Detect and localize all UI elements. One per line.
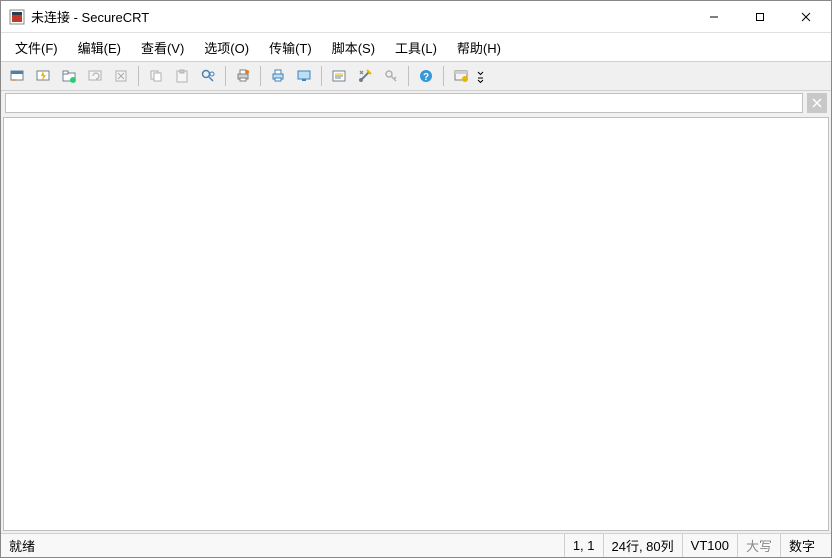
status-ready: 就绪	[9, 536, 35, 555]
statusbar: 就绪 1, 1 24行, 80列 VT100 大写 数字	[1, 533, 831, 557]
find-button[interactable]	[196, 64, 220, 88]
menu-view[interactable]: 查看(V)	[131, 34, 194, 61]
menu-help[interactable]: 帮助(H)	[447, 34, 511, 61]
toolbar-separator	[225, 66, 226, 86]
terminal-view[interactable]	[3, 117, 829, 531]
command-input[interactable]	[5, 93, 803, 113]
menu-script[interactable]: 脚本(S)	[322, 34, 385, 61]
menu-options[interactable]: 选项(O)	[194, 34, 259, 61]
svg-text:?: ?	[423, 72, 429, 83]
status-caps: 大写	[737, 534, 780, 557]
menubar: 文件(F) 编辑(E) 查看(V) 选项(O) 传输(T) 脚本(S) 工具(L…	[1, 33, 831, 61]
titlebar: 未连接 - SecureCRT	[1, 1, 831, 33]
reconnect-button[interactable]	[83, 64, 107, 88]
menu-tools[interactable]: 工具(L)	[385, 34, 447, 61]
public-key-button[interactable]	[379, 64, 403, 88]
print-setup-button[interactable]	[266, 64, 290, 88]
paste-button[interactable]	[170, 64, 194, 88]
menu-edit[interactable]: 编辑(E)	[68, 34, 131, 61]
status-cursor: 1, 1	[564, 534, 603, 557]
session-options-button[interactable]	[327, 64, 351, 88]
command-bar	[1, 91, 831, 115]
toolbar-separator	[321, 66, 322, 86]
global-options-button[interactable]	[353, 64, 377, 88]
connect-button[interactable]	[5, 64, 29, 88]
toolbar-separator	[408, 66, 409, 86]
toolbar-separator	[443, 66, 444, 86]
status-size: 24行, 80列	[603, 534, 682, 557]
toolbar: ?	[1, 61, 831, 91]
toolbar-overflow-icon[interactable]	[475, 69, 485, 83]
help-button[interactable]: ?	[414, 64, 438, 88]
menu-file[interactable]: 文件(F)	[5, 34, 68, 61]
print-screen-button[interactable]	[292, 64, 316, 88]
maximize-button[interactable]	[737, 2, 783, 32]
print-button[interactable]	[231, 64, 255, 88]
connect-in-tab-button[interactable]	[57, 64, 81, 88]
close-button[interactable]	[783, 2, 829, 32]
toolbar-separator	[138, 66, 139, 86]
copy-button[interactable]	[144, 64, 168, 88]
quick-connect-button[interactable]	[31, 64, 55, 88]
status-num: 数字	[780, 534, 823, 557]
app-icon	[9, 9, 25, 25]
minimize-button[interactable]	[691, 2, 737, 32]
toolbar-separator	[260, 66, 261, 86]
menu-transfer[interactable]: 传输(T)	[259, 34, 322, 61]
toggle-toolbar-button[interactable]	[449, 64, 473, 88]
command-bar-close-button[interactable]	[807, 93, 827, 113]
disconnect-button[interactable]	[109, 64, 133, 88]
window-title: 未连接 - SecureCRT	[31, 7, 149, 26]
status-emulation: VT100	[682, 534, 737, 557]
terminal-container	[1, 115, 831, 533]
